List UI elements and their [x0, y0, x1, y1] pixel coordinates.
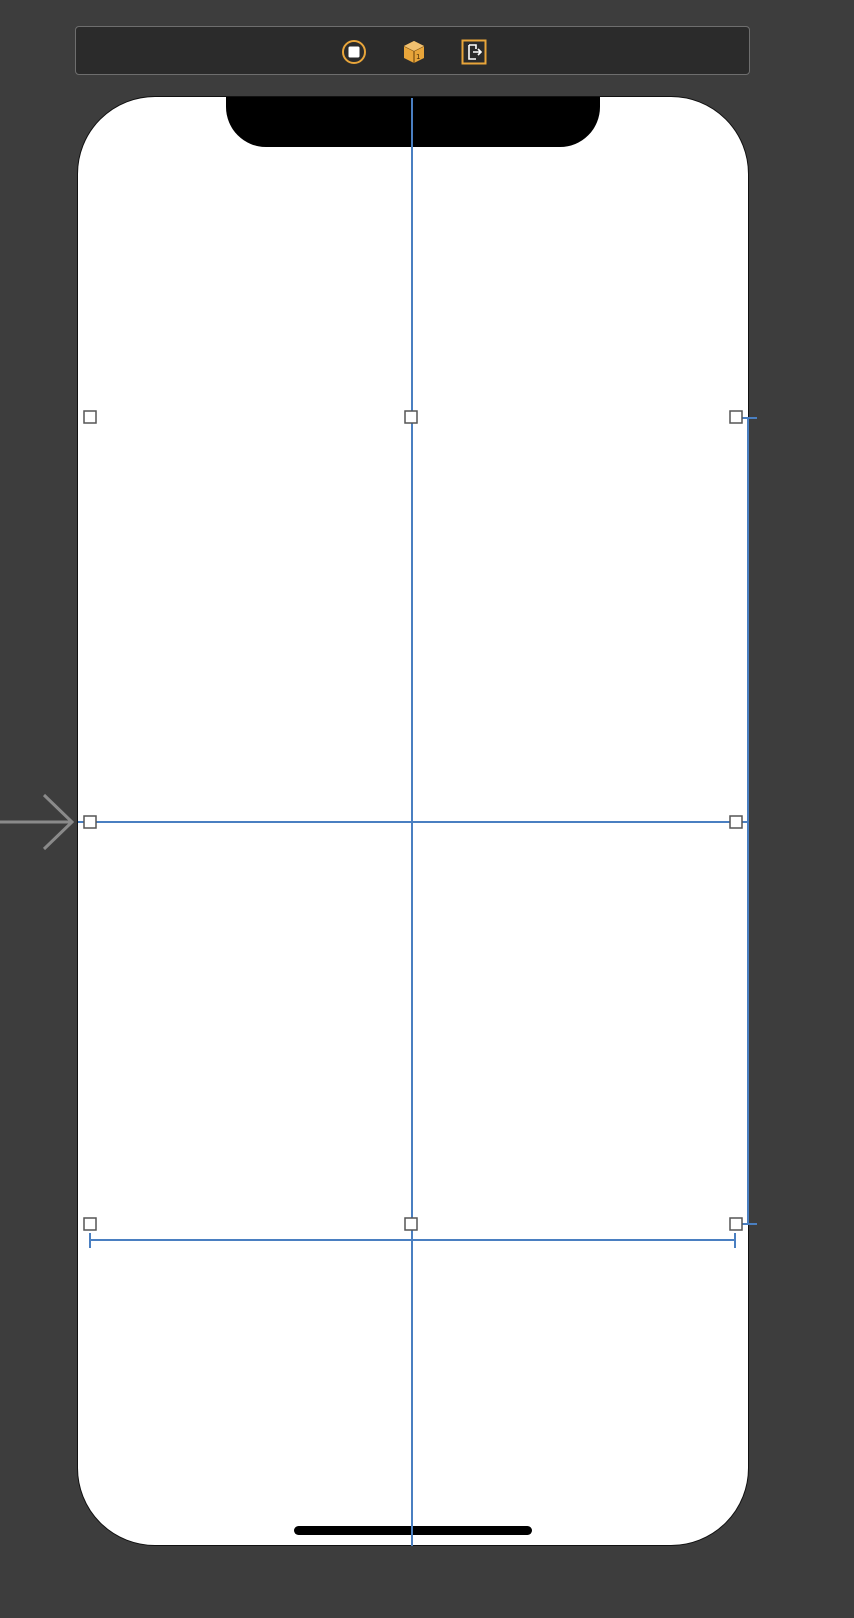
resize-handle-top-left[interactable] [83, 410, 97, 424]
layout-overlay [0, 98, 757, 1546]
resize-handle-top-center[interactable] [404, 410, 418, 424]
resize-handle-middle-right[interactable] [729, 815, 743, 829]
resize-handle-bottom-center[interactable] [404, 1217, 418, 1231]
resize-handle-top-right[interactable] [729, 410, 743, 424]
resize-handle-bottom-left[interactable] [83, 1217, 97, 1231]
resize-handle-bottom-right[interactable] [729, 1217, 743, 1231]
storyboard-canvas[interactable]: 1 [0, 0, 854, 1618]
resize-handle-middle-left[interactable] [83, 815, 97, 829]
initial-view-controller-arrow-icon[interactable] [0, 793, 75, 851]
